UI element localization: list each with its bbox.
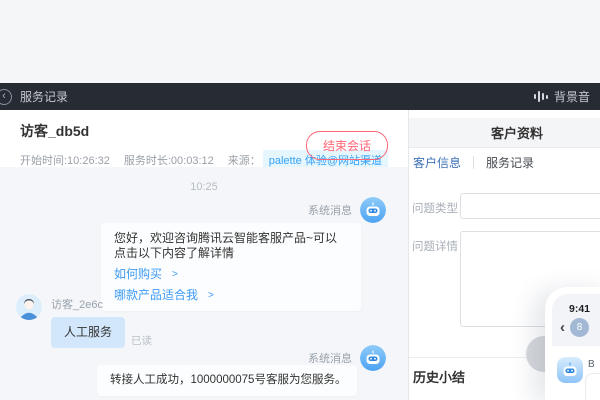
visitor-name-label: 访客_2e6c (51, 299, 103, 311)
robot-avatar-icon (360, 345, 386, 371)
app-window: ‹ 服务记录 背景音 访客_db5d 开始时间:10:26:32 服务时长:00… (0, 0, 600, 400)
end-session-button[interactable]: 结束会话 (305, 131, 388, 160)
customer-panel-title: 客户资料 (490, 126, 543, 141)
issue-type-row: 问题类型 (409, 193, 600, 219)
back-chevron-icon: ‹ (560, 319, 565, 336)
phone-mockup: 9:41 ‹ 8 B (545, 287, 600, 400)
tab-separator (473, 156, 475, 169)
toolbar: ‹ 服务记录 背景音 (0, 83, 600, 110)
phone-partial-text: B (588, 359, 595, 370)
service-record-back[interactable]: ‹ 服务记录 (0, 88, 69, 105)
visitor-message: 访客_2e6c 人工服务 已读 (16, 294, 152, 348)
chevron-right-icon: > (172, 269, 178, 280)
issue-type-label: 问题类型 (412, 203, 458, 215)
issue-detail-label: 问题详情 (412, 241, 458, 253)
phone-status-area: 9:41 ‹ 8 (552, 294, 600, 346)
phone-nav-row: ‹ 8 (552, 318, 600, 337)
background-audio-control[interactable]: 背景音 (533, 88, 590, 105)
time-divider: 10:25 (190, 181, 218, 193)
main-area: 访客_db5d 开始时间:10:26:32 服务时长:00:03:12 来源： … (0, 110, 600, 400)
chevron-right-icon: > (208, 290, 214, 301)
visitor-avatar-icon (16, 294, 42, 320)
equalizer-icon (533, 91, 548, 103)
chat-transcript: 10:25 系统消息 您好，欢迎咨询腾讯云智能客服产品~可以点击以下内容了解详情… (0, 167, 408, 400)
session-duration: 服务时长:00:03:12 (123, 155, 214, 167)
customer-panel-tabs: 客户信息 服务记录 (409, 148, 600, 177)
customer-panel-header: 客户资料 (409, 118, 600, 148)
chat-column: 访客_db5d 开始时间:10:26:32 服务时长:00:03:12 来源： … (0, 110, 408, 400)
robot-avatar-icon (360, 197, 386, 223)
welcome-message-text: 您好，欢迎咨询腾讯云智能客服产品~可以点击以下内容了解详情 (114, 231, 338, 260)
toolbar-title: 服务记录 (20, 90, 69, 104)
session-source-label: 来源： (227, 155, 261, 167)
tab-customer-info[interactable]: 客户信息 (413, 154, 461, 171)
issue-type-input[interactable] (460, 193, 600, 219)
system-message-label: 系统消息 (308, 205, 352, 217)
link-how-to-buy[interactable]: 如何购买 > (114, 267, 348, 282)
system-message-label: 系统消息 (308, 353, 352, 365)
phone-message-bubble (585, 373, 600, 400)
badge-count: 8 (570, 318, 589, 337)
session-header: 访客_db5d 开始时间:10:26:32 服务时长:00:03:12 来源： … (0, 110, 408, 170)
system-message-header: 系统消息 (308, 197, 408, 223)
history-summary-title: 历史小结 (413, 370, 466, 385)
visitor-message-bubble: 人工服务 (51, 317, 126, 348)
phone-robot-avatar-icon (557, 357, 583, 383)
tab-service-record[interactable]: 服务记录 (486, 154, 534, 171)
phone-clock: 9:41 (569, 303, 591, 315)
session-start-time: 开始时间:10:26:32 (20, 155, 110, 167)
background-audio-label: 背景音 (553, 90, 590, 104)
read-status: 已读 (131, 335, 153, 347)
transfer-message-bubble: 转接人工成功，1000000075号客服为您服务。 (97, 365, 357, 396)
back-circle-icon[interactable]: ‹ (0, 88, 12, 105)
